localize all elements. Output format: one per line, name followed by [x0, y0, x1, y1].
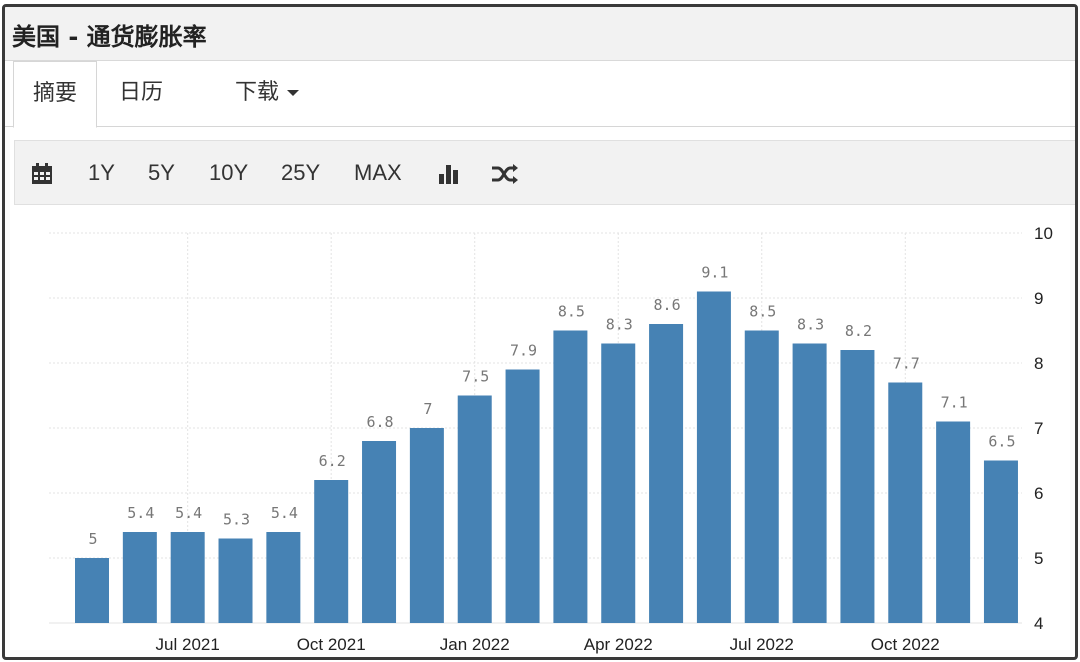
x-tick-label: Apr 2022	[584, 635, 653, 654]
bar[interactable]	[218, 538, 253, 624]
bar-layer	[75, 291, 1018, 624]
bar-value-label: 9.1	[701, 264, 728, 282]
chart-type-button[interactable]	[438, 141, 460, 204]
bar-value-label: 7.7	[893, 355, 920, 373]
y-tick-label: 6	[1034, 484, 1043, 503]
bar-value-label: 8.2	[845, 322, 872, 340]
tab-bar: 摘要 日历 下载	[5, 61, 1075, 128]
title-bar: 美国 - 通货膨胀率	[5, 7, 1075, 61]
bar[interactable]	[601, 343, 636, 624]
chart-widget: 美国 - 通货膨胀率 摘要 日历 下载 1Y 5Y 10Y 25Y MAX 5 …	[2, 4, 1078, 660]
bar[interactable]	[505, 369, 540, 624]
bar-value-label: 5.4	[271, 504, 298, 522]
bar[interactable]	[409, 428, 444, 623]
calendar-icon	[32, 163, 52, 185]
bar-value-label: 6.8	[366, 413, 393, 431]
bar-value-label: 8.3	[606, 316, 633, 334]
tab-calendar[interactable]: 日历	[119, 61, 163, 127]
bar-chart-icon	[439, 165, 458, 185]
bar[interactable]	[553, 330, 588, 624]
bar-value-label: 6.5	[988, 433, 1015, 451]
tab-download-label: 下载	[235, 80, 280, 105]
range-max-button[interactable]: MAX	[354, 141, 402, 204]
page-title: 美国 - 通货膨胀率	[12, 23, 207, 51]
range-10y-button[interactable]: 10Y	[209, 141, 248, 204]
y-tick-label: 4	[1034, 614, 1043, 633]
bar-value-label: 8.3	[797, 316, 824, 334]
bar-value-label: 5.4	[175, 504, 202, 522]
x-tick-label: Jul 2021	[156, 635, 220, 654]
bar[interactable]	[744, 330, 779, 624]
range-1y-button[interactable]: 1Y	[88, 141, 115, 204]
y-tick-label: 7	[1034, 419, 1043, 438]
bar[interactable]	[936, 421, 971, 624]
tab-summary[interactable]: 摘要	[13, 61, 97, 128]
bar[interactable]	[170, 532, 205, 623]
y-tick-label: 5	[1034, 549, 1043, 568]
y-tick-label: 9	[1034, 289, 1043, 308]
bar-value-label: 5	[88, 530, 97, 548]
bar-value-label: 7.5	[462, 368, 489, 386]
bar[interactable]	[983, 460, 1018, 624]
inflation-bar-chart: 5 5.4 5.4 5.3 5.4 6.2 6.8 7 7.5 7.9 8.5 8.3 8.6 9.1 8.…	[49, 224, 1053, 654]
y-tick-label: 10	[1034, 224, 1053, 243]
bar[interactable]	[314, 480, 349, 623]
range-25y-button[interactable]: 25Y	[281, 141, 320, 204]
bar[interactable]	[792, 343, 827, 624]
bar[interactable]	[696, 291, 731, 624]
bar[interactable]	[122, 532, 157, 623]
bar-value-label: 5.3	[223, 511, 250, 529]
bar-value-label: 8.5	[558, 303, 585, 321]
y-tick-label: 8	[1034, 354, 1043, 373]
bar-value-label: 5.4	[127, 504, 154, 522]
label-layer: 5 5.4 5.4 5.3 5.4 6.2 6.8 7 7.5 7.9 8.5 8.3 8.6 9.1 8.…	[88, 264, 1015, 549]
shuffle-icon	[492, 164, 518, 185]
x-tick-label: Jan 2022	[440, 635, 510, 654]
x-tick-label: Jul 2022	[730, 635, 794, 654]
chart-area: 5 5.4 5.4 5.3 5.4 6.2 6.8 7 7.5 7.9 8.5 8.3 8.6 9.1 8.…	[5, 205, 1075, 657]
bar[interactable]	[457, 395, 492, 624]
bar[interactable]	[888, 382, 923, 624]
bar[interactable]	[75, 558, 109, 623]
chart-toolbar: 1Y 5Y 10Y 25Y MAX	[14, 140, 1075, 205]
bar[interactable]	[266, 532, 301, 623]
bar-value-label: 7.9	[510, 342, 537, 360]
bar-value-label: 8.5	[749, 303, 776, 321]
bar[interactable]	[840, 350, 875, 623]
tab-download[interactable]: 下载	[235, 61, 300, 127]
bar-value-label: 7.1	[941, 394, 968, 412]
bar[interactable]	[362, 441, 397, 623]
bar-value-label: 8.6	[654, 296, 681, 314]
caret-down-icon	[287, 90, 300, 96]
x-tick-label: Oct 2022	[871, 635, 940, 654]
calendar-button[interactable]	[31, 141, 53, 204]
range-5y-button[interactable]: 5Y	[148, 141, 175, 204]
bar-value-label: 6.2	[319, 452, 346, 470]
compare-button[interactable]	[491, 141, 519, 204]
bar[interactable]	[649, 324, 684, 623]
x-tick-label: Oct 2021	[297, 635, 366, 654]
bar-value-label: 7	[423, 400, 432, 418]
